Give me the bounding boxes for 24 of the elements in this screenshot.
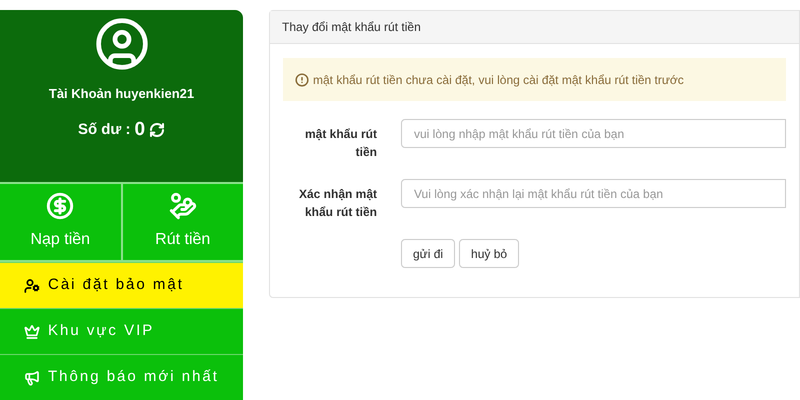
balance-value: 0 (134, 118, 146, 142)
input-field[interactable]: vui lòng nhập mật khẩu rút tiền của bạn (401, 119, 786, 148)
field-label: Xác nhận mật khẩu rút tiền (298, 186, 377, 221)
coin-icon (46, 192, 74, 220)
megaphone-icon (24, 370, 40, 386)
menu-item[interactable]: Cài đặt bảo mật (0, 262, 243, 308)
alert-icon (295, 72, 309, 86)
balance-label: Số dư : (78, 120, 130, 140)
user-gear-icon (24, 278, 40, 294)
action-button[interactable]: Rút tiền (122, 184, 243, 260)
hand-coin-icon (168, 192, 197, 220)
field-label: mật khẩu rút tiền (304, 126, 377, 161)
form-button[interactable]: huỷ bỏ (459, 239, 520, 268)
input-field[interactable]: Vui lòng xác nhận lại mật khẩu rút tiền của bạn (401, 179, 786, 208)
crown-icon (24, 324, 40, 340)
refresh-icon[interactable] (149, 122, 166, 138)
menu-item[interactable]: Khu vực VIP (0, 308, 243, 354)
account-name: Tài Khoản huyenkien21 (48, 85, 194, 103)
alert-text: mật khẩu rút tiền chưa cài đặt, vui lòng cài đặt mật khẩu rút tiền trước (313, 72, 684, 88)
action-button[interactable]: Nạp tiền (0, 184, 120, 260)
avatar-icon (94, 16, 150, 72)
menu-item[interactable]: Thông báo mới nhất (0, 354, 243, 400)
form-button[interactable]: gửi đi (401, 239, 456, 268)
panel-title: Thay đổi mật khẩu rút tiền (282, 19, 421, 36)
